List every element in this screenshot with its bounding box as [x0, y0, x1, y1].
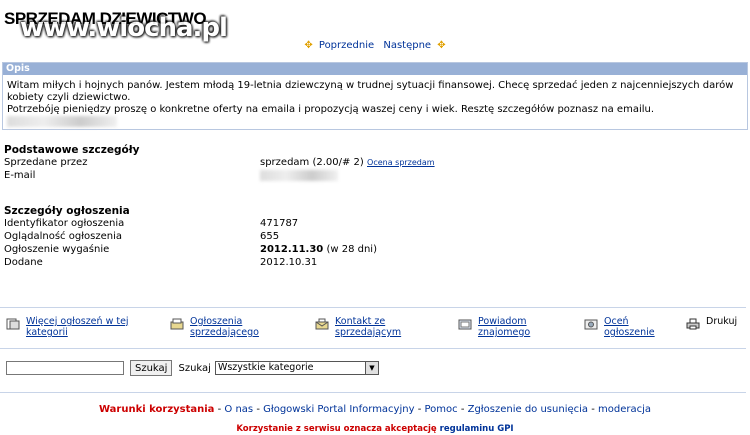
separator-middle [0, 348, 746, 349]
contact-icon [315, 318, 329, 330]
watermark-logo: www.wiocha.pl [20, 13, 228, 43]
action-more-ads-label[interactable]: Więcej ogłoszeń w tej kategorii [26, 316, 129, 338]
actions-bar: Więcej ogłoszeń w tej kategorii Ogłoszeni… [0, 316, 750, 342]
added-label: Dodane [4, 257, 43, 268]
action-seller-ads[interactable]: Ogłoszenia sprzedającego [170, 316, 259, 338]
footer-notice-text: Korzystanie z serwisu oznacza akceptację [236, 424, 437, 434]
expires-row: Ogłoszenie wygaśnie 2012.11.30 (w 28 dni… [4, 243, 744, 256]
sold-by-row: Sprzedane przez sprzedam (2.00/# 2) Ocen… [4, 156, 744, 169]
email-row: E-mail [4, 169, 744, 182]
footer-notice: Korzystanie z serwisu oznacza akceptację… [0, 424, 750, 434]
search-button[interactable]: Szukaj [130, 360, 173, 376]
footer-links: Warunki korzystania - O nas - Głogowski … [98, 404, 652, 415]
footer-rules-link[interactable]: regulaminu GPI [440, 424, 514, 434]
expires-value-wrap: 2012.11.30 (w 28 dni) [260, 243, 377, 256]
blurred-email [7, 116, 117, 127]
separator-top [0, 307, 746, 308]
expires-date: 2012.11.30 [260, 244, 324, 255]
action-notify-friend-label[interactable]: Powiadom znajomego [478, 316, 530, 338]
description-text: Witam miłych i hojnych panów. Jestem mło… [3, 75, 747, 134]
prev-arrow-icon: ✥ [304, 40, 313, 51]
description-line-3: Potrzebóję pieniędzy proszę o konkretne … [7, 104, 743, 129]
notify-friend-icon [458, 319, 472, 330]
category-select-value: Wszystkie kategorie [217, 362, 314, 373]
email-value [260, 169, 338, 182]
separator-bottom [0, 392, 746, 393]
prev-link[interactable]: Poprzednie [319, 40, 374, 51]
footer-help-link[interactable]: Pomoc [424, 404, 457, 415]
sold-by-value-wrap: sprzedam (2.00/# 2) Ocena sprzedam [260, 156, 435, 169]
ad-id-value: 471787 [260, 218, 299, 229]
next-link[interactable]: Następne [383, 40, 431, 51]
action-seller-ads-label[interactable]: Ogłoszenia sprzedającego [190, 316, 259, 338]
added-row: Dodane 2012.10.31 [4, 256, 744, 269]
ad-id-label: Identyfikator ogłoszenia [4, 218, 125, 229]
footer-portal-link[interactable]: Głogowski Portal Informacyjny [263, 404, 414, 415]
print-icon [686, 318, 700, 330]
next-arrow-icon: ✥ [437, 40, 446, 51]
action-print[interactable]: Drukuj [686, 316, 737, 330]
action-more-ads[interactable]: Więcej ogłoszeń w tej kategorii [6, 316, 129, 338]
views-row: Oglądalność ogłoszenia 655 [4, 230, 744, 243]
description-line-3-text: Potrzebóję pieniędzy proszę o konkretne … [7, 104, 655, 115]
description-line-1: Witam miłych i hojnych panów. Jestem mło… [7, 80, 734, 91]
views-value: 655 [260, 231, 280, 242]
views-label: Oglądalność ogłoszenia [4, 231, 123, 242]
expires-label: Ogłoszenie wygaśnie [4, 244, 110, 255]
footer-moderation-link[interactable]: moderacja [598, 404, 651, 415]
more-ads-icon [6, 318, 20, 330]
ad-id-row: Identyfikator ogłoszenia 471787 [4, 217, 744, 230]
description-header: Opis [3, 63, 747, 75]
description-line-2: kobiety czyli dziewictwo. [7, 92, 131, 103]
action-contact[interactable]: Kontakt ze sprzedającym [315, 316, 401, 338]
blurred-email-value [260, 169, 338, 181]
sold-by-value: sprzedam (2.00/# 2) [260, 157, 364, 168]
action-rate-label[interactable]: Oceń ogłoszenie [604, 316, 655, 338]
sold-by-label: Sprzedane przez [4, 157, 88, 168]
email-label: E-mail [4, 170, 36, 181]
action-rate[interactable]: Oceń ogłoszenie [584, 316, 655, 338]
basic-details-title: Podstawowe szczegóły [4, 144, 140, 156]
search-category-label: Szukaj [178, 362, 211, 374]
footer-report-link[interactable]: Zgłoszenie do usunięcia [468, 404, 588, 415]
search-input[interactable] [6, 361, 124, 375]
rate-seller-link[interactable]: Ocena sprzedam [367, 158, 435, 167]
action-print-label[interactable]: Drukuj [706, 316, 737, 327]
rate-icon [584, 319, 598, 330]
ad-details-title: Szczegóły ogłoszenia [4, 205, 130, 217]
search-bar: Szukaj Szukaj Wszystkie kategorie ▼ [6, 360, 379, 376]
chevron-down-icon[interactable]: ▼ [364, 362, 378, 374]
footer-about-link[interactable]: O nas [224, 404, 253, 415]
pager: ✥ Poprzednie Następne ✥ [0, 40, 750, 51]
expires-note: (w 28 dni) [326, 244, 377, 255]
footer-terms-link[interactable]: Warunki korzystania [99, 404, 214, 415]
added-value: 2012.10.31 [260, 257, 318, 268]
seller-ads-icon [170, 318, 184, 330]
category-select[interactable]: Wszystkie kategorie ▼ [214, 361, 379, 375]
description-box: Opis Witam miłych i hojnych panów. Jeste… [2, 62, 748, 130]
action-notify-friend[interactable]: Powiadom znajomego [458, 316, 530, 338]
action-contact-label[interactable]: Kontakt ze sprzedającym [335, 316, 401, 338]
